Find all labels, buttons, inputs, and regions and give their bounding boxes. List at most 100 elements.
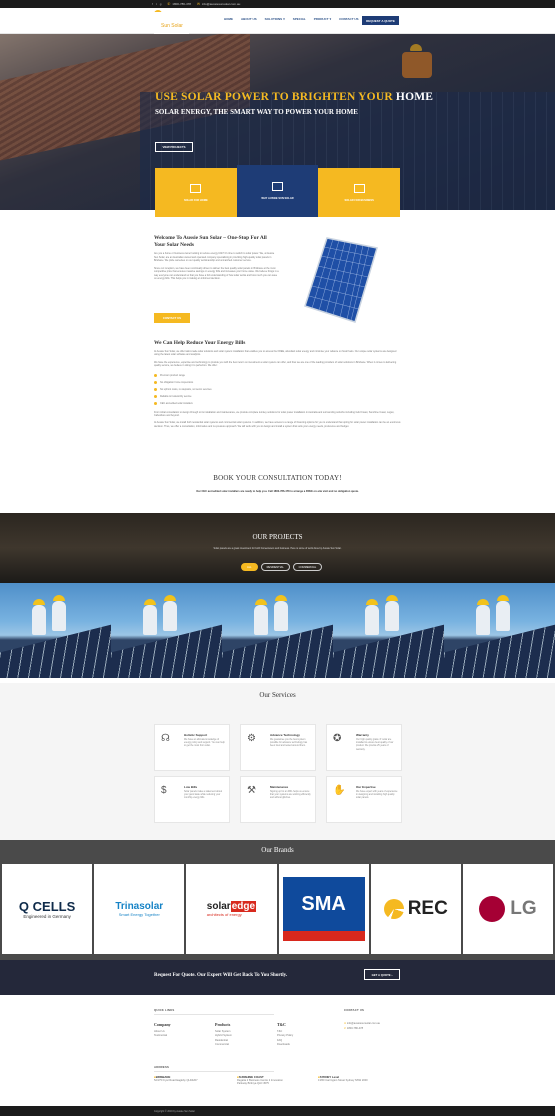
solar-panel-icon [272, 182, 283, 191]
hero-headline: USE SOLAR POWER TO BRIGHTEN YOUR HOME [155, 91, 434, 103]
main-nav: HOME ABOUT US SOLUTIONS ▾ SPECIAL PRODUCT… [224, 17, 359, 21]
house-icon [190, 183, 202, 193]
footer-link[interactable]: Commercial [215, 1043, 232, 1048]
welcome-paragraph: Since our inception, we have been contin… [154, 266, 279, 281]
nav-special[interactable]: SPECIAL [293, 17, 306, 21]
book-text: Our CEC accredited solar installers are … [196, 490, 359, 493]
topbar-email[interactable]: ✉ info@aussiesunsolar.com.au [197, 2, 240, 6]
welcome-title: Welcome To Aussie Sun Solar – One-Stop F… [154, 235, 267, 248]
brands-section: Our Brands Q CELLS Engineered in Germany … [0, 840, 555, 960]
services-grid: ☊ Holistic Support We have an ultimate kno… [154, 724, 402, 823]
brand-rec[interactable]: REC [370, 864, 461, 954]
store-icon [353, 183, 365, 193]
contact-us-button[interactable]: CONTACT US [154, 313, 190, 323]
address-sunshine-coast: SUNSHINE COAST Regatta 2 Business Centre… [237, 1075, 283, 1085]
energy-paragraph: We have the experience, expertise and te… [154, 360, 397, 368]
filter-all[interactable]: ALL [241, 563, 258, 571]
service-card[interactable]: ✪ Warranty Our high quality grade 'A' sola… [326, 724, 402, 771]
brand-logos: Q CELLS Engineered in Germany Trinasolar S… [0, 864, 555, 954]
bullet-icon [154, 380, 157, 384]
list-item: No obligation home inspections [154, 379, 402, 386]
social-links: f t g [152, 2, 161, 6]
expertise-icon: ✋ [333, 785, 346, 796]
footer-link[interactable]: Downloads [277, 1043, 293, 1048]
services-title: Our Services [259, 691, 296, 699]
energy-paragraph: From initial consultation to design thro… [154, 410, 395, 418]
nav-about-us[interactable]: ABOUT US [241, 17, 257, 21]
benefits-list: Premium product range No obligation home… [154, 372, 402, 407]
site-logo[interactable]: AUSSIE Sun Solar [154, 10, 190, 102]
service-card[interactable]: ✋ Our Expertise We have expert with years … [326, 776, 402, 823]
filter-commercial[interactable]: COMMERCIAL [292, 563, 323, 571]
top-bar: f t g ✆ 1800-786-478 ✉ info@aussiesunsolar… [0, 0, 555, 8]
nav-home[interactable]: HOME [224, 17, 233, 21]
project-gallery [0, 583, 555, 678]
footer-contact: ✉ info@aussiesunsolar.com.au ✆ 1800-786-… [344, 1022, 380, 1031]
brand-lg[interactable]: LG [462, 864, 554, 954]
footer-tc: T&C T&C Privacy Policy FAQ Downloads [277, 1022, 294, 1048]
rec-logo-icon [383, 899, 404, 919]
chevron-down-icon: ▾ [329, 17, 332, 21]
solar-panel-image [304, 237, 378, 323]
project-filters: ALL RESIDENTIAL COMMERCIAL [241, 563, 323, 571]
footer-company: Company About Us Testimonial [154, 1022, 171, 1039]
footer-phone[interactable]: ✆ 1800-786-478 [344, 1027, 380, 1032]
view-projects-button[interactable]: VIEW PROJECTS [155, 142, 193, 152]
energy-paragraph: At Aussie Sun Solar, we install both res… [154, 421, 401, 428]
list-item: CEC accredited solar installers [154, 400, 402, 407]
twitter-icon[interactable]: t [156, 2, 157, 6]
nav-solutions[interactable]: SOLUTIONS ▾ [265, 17, 285, 21]
topbar-phone[interactable]: ✆ 1800-786-478 [167, 2, 191, 6]
facebook-icon[interactable]: f [152, 2, 153, 6]
low-bills-icon: $ [161, 785, 167, 796]
cta-text: Request For Quote. Our Expert Will Get B… [154, 973, 288, 978]
book-title: BOOK YOUR CONSULTATION TODAY! [213, 474, 342, 482]
copyright-bar: Copyright © 2019 by Aussie Sun Solar [0, 1106, 555, 1116]
tile-solar-for-home[interactable]: SOLAR FOR HOME [155, 168, 237, 217]
warranty-medal-icon: ✪ [333, 733, 342, 744]
project-image[interactable] [333, 583, 444, 678]
address-brisbane: BRISBANE 52/175 Fryar Road Eagleby QLD42… [154, 1075, 198, 1082]
brand-qcells[interactable]: Q CELLS Engineered in Germany [2, 864, 93, 954]
bullet-icon [154, 394, 157, 398]
bullet-icon [154, 387, 157, 391]
phone-icon: ✆ [167, 2, 171, 6]
project-image[interactable] [444, 583, 555, 678]
list-item: Premium product range [154, 372, 402, 379]
bullet-icon [154, 401, 157, 405]
request-quote-button[interactable]: REQUEST A QUOTE [362, 16, 399, 25]
welcome-paragraph: Are you a home or business owner looking… [154, 252, 275, 262]
footer-products: Products Solar System Hybrid System Resi… [215, 1022, 232, 1048]
address-sydney: SYDNEY Level 13/50 Carrington Street Syd… [318, 1075, 368, 1082]
project-image[interactable] [111, 583, 222, 678]
brands-title: Our Brands [261, 846, 294, 854]
tile-solar-for-business[interactable]: SOLAR FOR BUSINESS [318, 168, 401, 217]
projects-subtitle: Solar panels are a great investment for … [213, 547, 342, 550]
brand-solaredge[interactable]: solaredge architects of energy [186, 864, 277, 954]
quick-links-label: QUICK LINKS [154, 1008, 175, 1012]
project-image[interactable] [222, 583, 333, 678]
service-card[interactable]: ☊ Holistic Support We have an ultimate kno… [154, 724, 230, 771]
service-card[interactable]: ⚒ Maintenance Signing up for an MFL helps … [240, 776, 316, 823]
brand-trinasolar[interactable]: Trinasolar Smart Energy Together [94, 864, 185, 954]
services-section: Our Services ☊ Holistic Support We have an… [0, 683, 555, 840]
tile-why-aussie-sun-solar[interactable]: WHY AUSSIE SUN SOLAR [236, 165, 319, 217]
google-plus-icon[interactable]: g [160, 2, 162, 6]
service-card[interactable]: ⚙ Advance Technology We guarantee you the … [240, 724, 316, 771]
nav-contact-us[interactable]: CONTACT US [339, 17, 358, 21]
site-header: AUSSIE Sun Solar HOME ABOUT US SOLUTIONS… [0, 8, 555, 102]
service-card[interactable]: $ Low Bills Solar panels make a statement … [154, 776, 230, 823]
nav-product[interactable]: PRODUCT ▾ [314, 17, 331, 21]
energy-paragraph: At Aussie Sun Solar, we offer tailor-mad… [154, 350, 397, 357]
feature-tiles: SOLAR FOR HOME WHY AUSSIE SUN SOLAR SOLA… [155, 165, 401, 217]
list-item: Reliable & trustworthy service [154, 393, 402, 400]
project-image[interactable] [0, 583, 111, 678]
book-consultation: BOOK YOUR CONSULTATION TODAY! Our CEC ac… [0, 474, 555, 493]
brand-sma[interactable]: SMA [278, 864, 369, 954]
headset-icon: ☊ [161, 733, 170, 744]
footer-link[interactable]: Testimonial [154, 1034, 171, 1039]
hero-subheadline: SOLAR ENERGY, THE SMART WAY TO POWER YOU… [155, 108, 358, 116]
get-a-quote-button[interactable]: GET A QUOTE › [364, 969, 400, 980]
filter-residential[interactable]: RESIDENTIAL [260, 563, 290, 571]
site-footer: QUICK LINKS CONTACT US Company About Us … [0, 995, 555, 1106]
